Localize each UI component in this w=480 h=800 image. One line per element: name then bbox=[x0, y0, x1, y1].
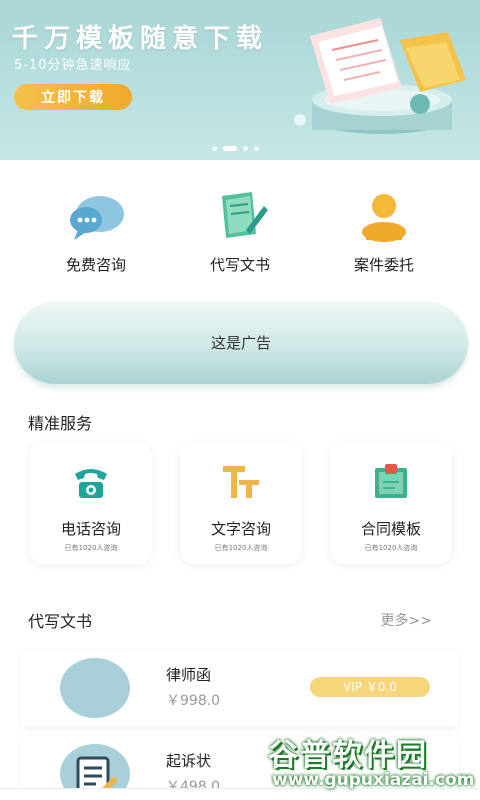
section-title-documents: 代写文书 bbox=[28, 612, 93, 631]
document-name: 律师函 bbox=[166, 666, 212, 684]
consult-bubble-icon bbox=[70, 196, 124, 240]
watermark-text: 谷普软件园 bbox=[268, 738, 428, 773]
person-icon bbox=[362, 194, 406, 242]
quick-label: 案件委托 bbox=[353, 256, 414, 274]
document-price: ￥998.0 bbox=[166, 693, 221, 709]
text-tt-icon bbox=[223, 466, 259, 498]
download-now-button[interactable]: 立即下载 bbox=[14, 84, 132, 110]
banner-title: 千万模板随意下载 bbox=[12, 24, 269, 54]
more-link[interactable]: 更多>> bbox=[381, 610, 432, 630]
contract-template-icon bbox=[375, 464, 407, 498]
documents-illustration-icon bbox=[294, 18, 466, 134]
banner-dot-active[interactable] bbox=[223, 146, 237, 151]
banner-dot[interactable] bbox=[254, 146, 259, 151]
quick-case-entrust[interactable]: 案件委托 bbox=[324, 190, 444, 276]
site-watermark: 谷普软件园 www.gupuxiazai.com bbox=[264, 730, 480, 800]
banner-dot[interactable] bbox=[212, 146, 217, 151]
service-card-contract[interactable]: 合同模板 已有1020人咨询 bbox=[330, 442, 452, 564]
telephone-icon bbox=[75, 469, 107, 498]
section-title-precise-services: 精准服务 bbox=[28, 414, 93, 433]
quick-label: 免费咨询 bbox=[65, 256, 126, 274]
service-card-title: 合同模板 bbox=[360, 520, 421, 538]
quick-label: 代写文书 bbox=[209, 256, 270, 274]
service-card-title: 电话咨询 bbox=[60, 520, 121, 538]
quick-write-docs[interactable]: 代写文书 bbox=[180, 190, 300, 276]
quick-free-consult[interactable]: 免费咨询 bbox=[36, 190, 156, 276]
document-name: 起诉状 bbox=[166, 752, 212, 770]
service-card-text[interactable]: 文字咨询 已有1020人咨询 bbox=[180, 442, 302, 564]
app-screen: 千万模板随意下载 5-10分钟急速响应 立即下载 免费咨询 代写文书 案件委托 … bbox=[0, 0, 480, 800]
banner-dot[interactable] bbox=[243, 146, 248, 151]
banner-pagination[interactable] bbox=[212, 146, 259, 151]
service-card-subtitle: 已有1020人咨询 bbox=[214, 544, 268, 552]
document-pen-icon bbox=[222, 192, 268, 238]
promo-banner[interactable]: 千万模板随意下载 5-10分钟急速响应 立即下载 bbox=[0, 0, 480, 160]
service-card-phone[interactable]: 电话咨询 已有1020人咨询 bbox=[30, 442, 152, 564]
watermark-url: www.gupuxiazai.com bbox=[272, 770, 475, 790]
service-card-title: 文字咨询 bbox=[210, 520, 271, 538]
service-card-subtitle: 已有1020人咨询 bbox=[364, 544, 418, 552]
list-item-lawyer-letter[interactable]: 律师函 ￥998.0 VIP ￥0.0 bbox=[20, 650, 458, 726]
ad-banner[interactable]: 这是广告 bbox=[14, 302, 468, 384]
document-thumbnail bbox=[60, 658, 130, 718]
service-card-subtitle: 已有1020人咨询 bbox=[64, 544, 118, 552]
banner-subtitle: 5-10分钟急速响应 bbox=[14, 58, 132, 73]
vip-price-badge[interactable]: VIP ￥0.0 bbox=[310, 677, 430, 697]
quick-actions: 免费咨询 代写文书 案件委托 bbox=[0, 190, 480, 280]
